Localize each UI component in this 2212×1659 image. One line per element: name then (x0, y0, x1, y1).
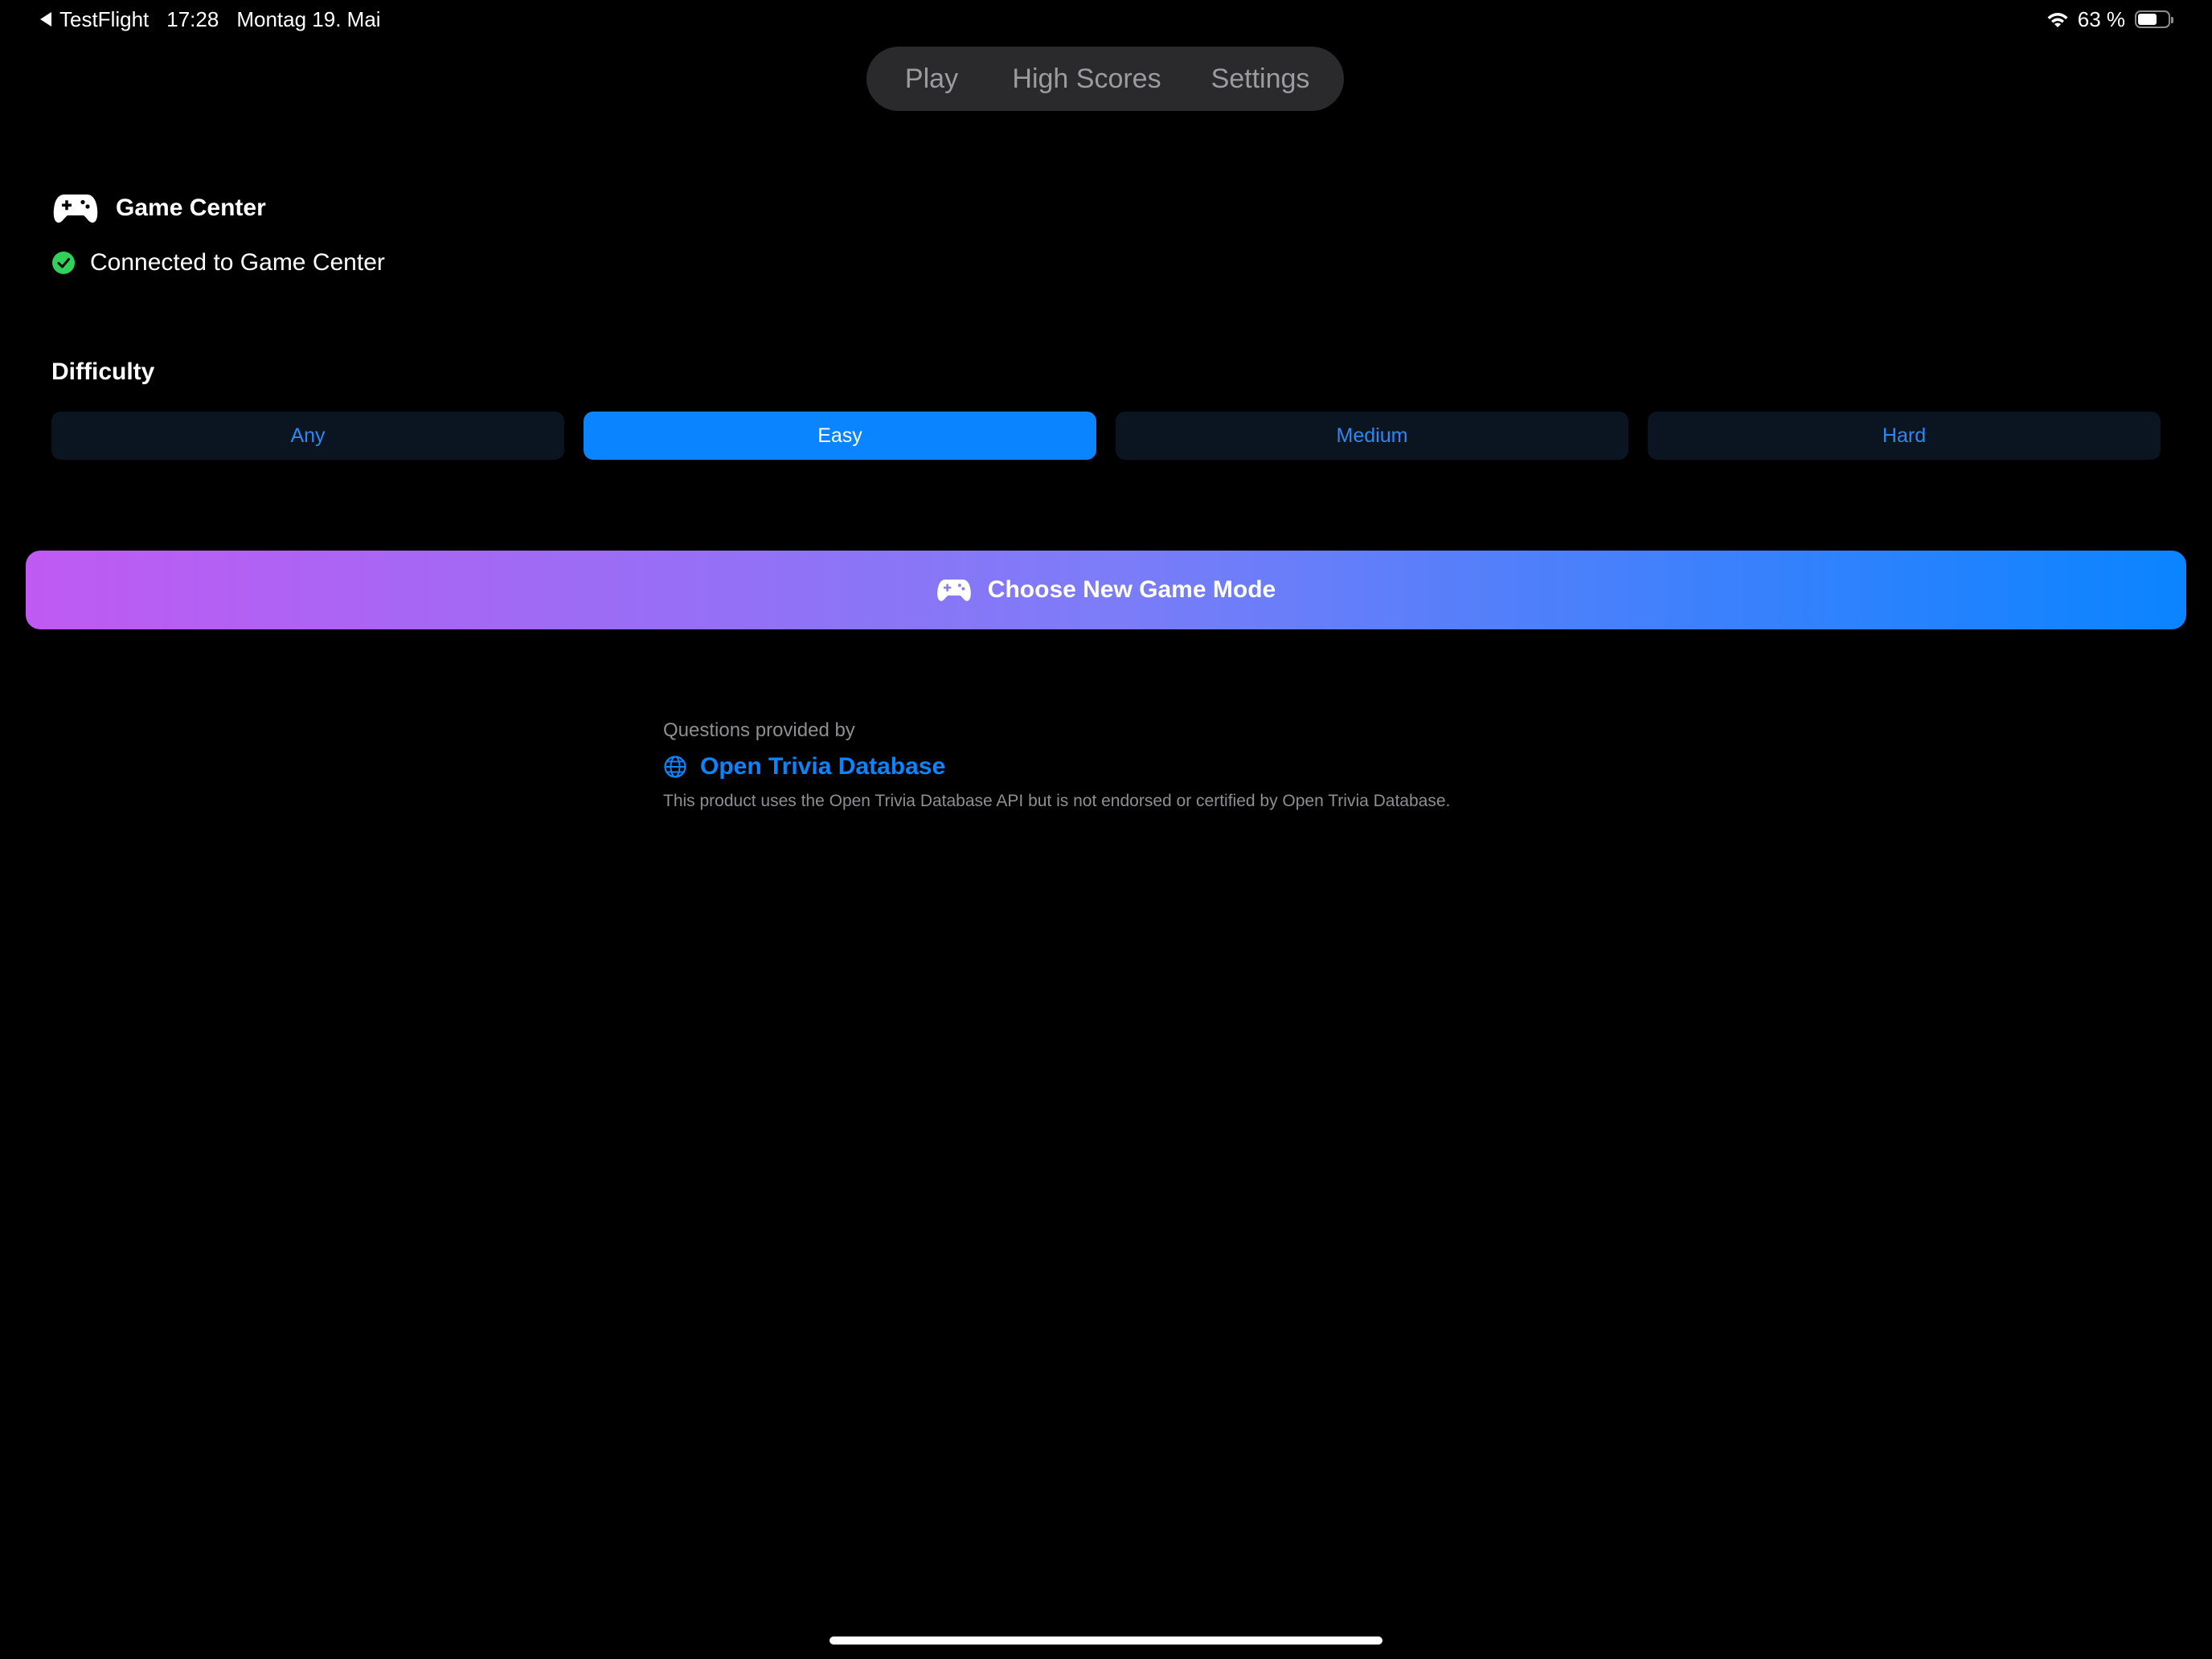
battery-percentage: 63 % (2077, 7, 2125, 31)
status-left: TestFlight 17:28 Montag 19. Mai (40, 5, 381, 34)
home-indicator[interactable] (830, 1636, 1382, 1645)
battery-icon (2135, 10, 2173, 28)
difficulty-option-hard[interactable]: Hard (1648, 412, 2161, 460)
back-arrow-icon[interactable] (40, 12, 51, 27)
back-to-app-link[interactable]: TestFlight (59, 5, 149, 34)
game-center-title: Game Center (116, 195, 266, 221)
status-date: Montag 19. Mai (236, 7, 381, 31)
game-center-status: Connected to Game Center (51, 249, 385, 276)
difficulty-option-any[interactable]: Any (51, 412, 564, 460)
wifi-icon (2047, 13, 2068, 27)
game-controller-icon (53, 195, 98, 223)
difficulty-option-easy[interactable]: Easy (584, 412, 1096, 460)
tab-high-scores[interactable]: High Scores (990, 53, 1183, 104)
credits-section: Questions provided by Open Trivia Databa… (663, 718, 1450, 811)
difficulty-label: Difficulty (51, 358, 155, 385)
credits-disclaimer: This product uses the Open Trivia Databa… (663, 792, 1451, 810)
open-trivia-database-link[interactable]: Open Trivia Database (663, 753, 1450, 780)
checkmark-circle-icon (52, 252, 75, 274)
status-right: 63 % (2046, 5, 2173, 34)
difficulty-selector: Any Easy Medium Hard (51, 412, 2161, 460)
battery-level-fill (2138, 14, 2157, 25)
choose-new-game-mode-button[interactable]: Choose New Game Mode (26, 551, 2186, 629)
globe-icon (664, 756, 686, 778)
open-trivia-database-link-text[interactable]: Open Trivia Database (700, 753, 945, 780)
game-controller-icon (937, 580, 971, 601)
tab-play[interactable]: Play (873, 53, 990, 104)
tab-settings[interactable]: Settings (1183, 53, 1337, 104)
game-center-status-text: Connected to Game Center (90, 249, 385, 276)
difficulty-option-medium[interactable]: Medium (1116, 412, 1628, 460)
status-bar: TestFlight 17:28 Montag 19. Mai 63 % (0, 0, 2212, 39)
game-center-header: Game Center (53, 191, 266, 225)
battery-nub (2171, 17, 2173, 23)
credits-caption: Questions provided by (663, 719, 855, 741)
status-time: 17:28 (166, 7, 219, 31)
choose-new-game-mode-label: Choose New Game Mode (987, 576, 1276, 603)
top-tab-bar: Play High Scores Settings (866, 47, 1344, 111)
